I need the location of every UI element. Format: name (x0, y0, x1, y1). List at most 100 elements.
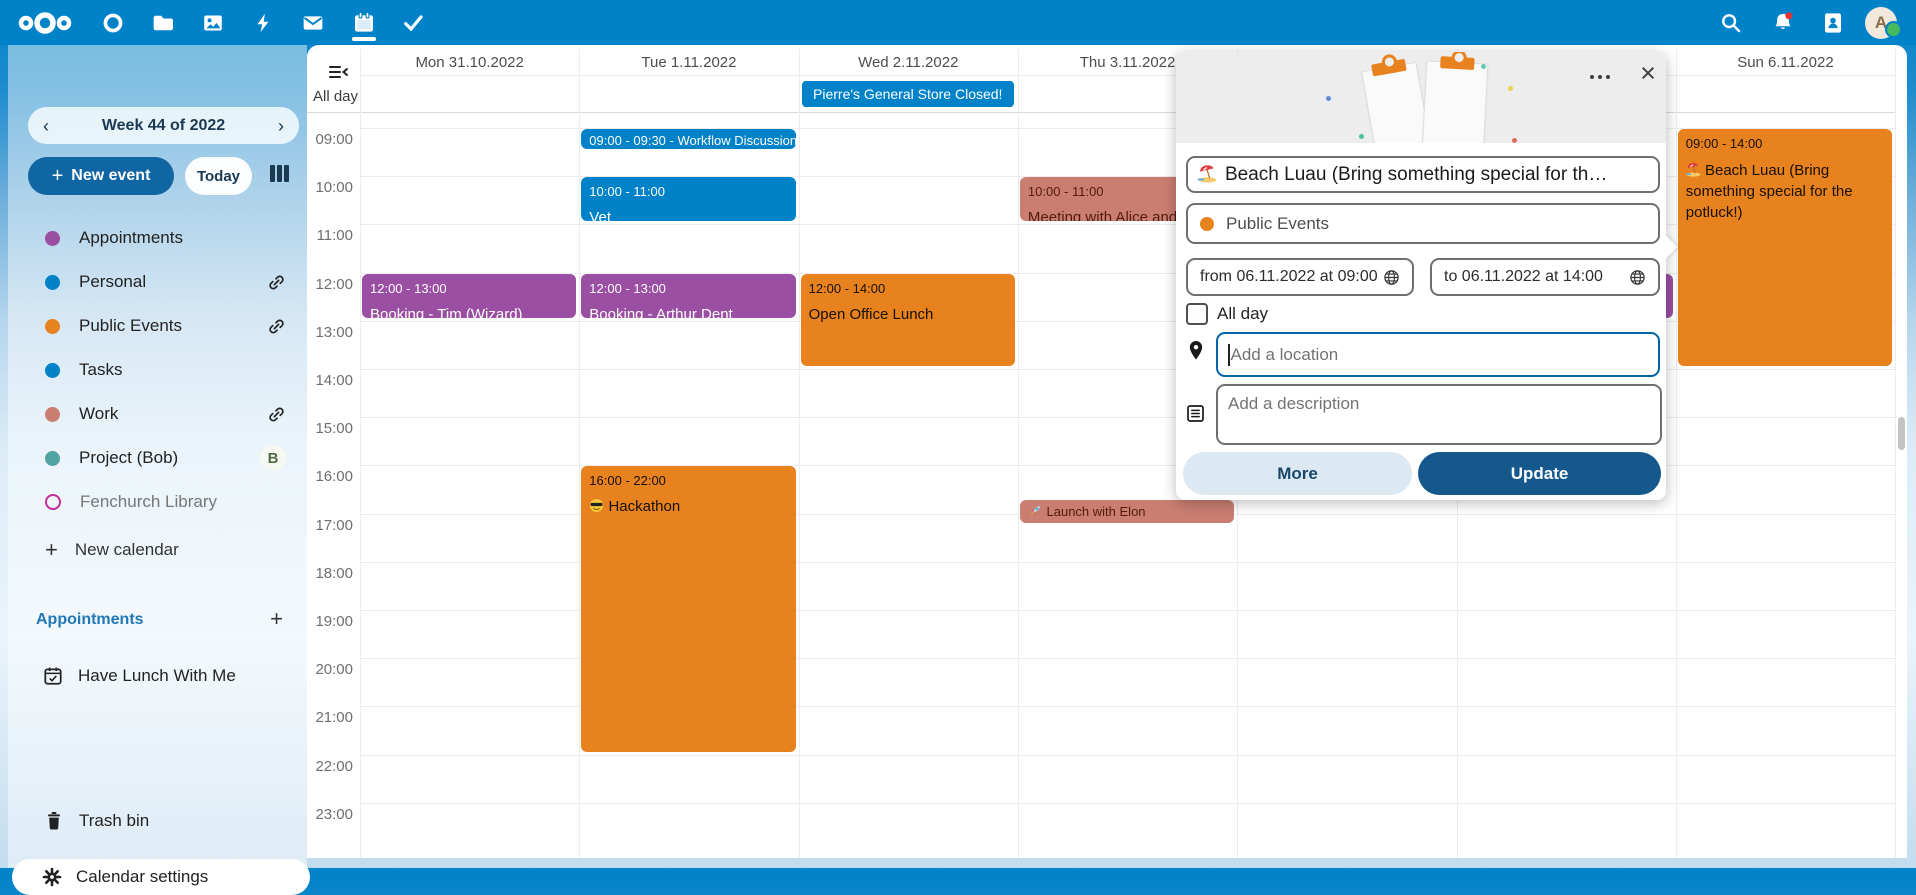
day-header: Tue 1.11.2022 (579, 53, 798, 73)
calendar-event[interactable]: 09:00 - 09:30 - Workflow Discussion (581, 129, 795, 149)
calendar-name: Appointments (79, 228, 183, 248)
active-app-underline (352, 37, 376, 41)
contacts-icon[interactable] (1819, 0, 1847, 45)
trash-bin-item[interactable]: Trash bin (28, 807, 298, 835)
description-input[interactable]: Add a description (1216, 384, 1662, 445)
hour-line (360, 755, 1895, 756)
calendar-event[interactable]: 12:00 - 13:00Booking - Tim (Wizard) (362, 274, 576, 318)
next-week-button[interactable]: › (267, 112, 295, 140)
add-appointment-config-button[interactable]: + (270, 606, 283, 632)
day-header: Sun 6.11.2022 (1676, 53, 1895, 73)
week-view-columns-icon[interactable] (270, 165, 294, 187)
shared-link-icon (267, 317, 286, 336)
appointment-config-item[interactable]: Have Lunch With Me (28, 662, 298, 690)
event-title-value: Beach Luau (Bring something special for … (1225, 164, 1607, 186)
tasks-icon[interactable] (400, 0, 426, 45)
calendar-color-dot[interactable] (45, 231, 60, 246)
more-button[interactable]: More (1183, 452, 1412, 495)
calendar-event[interactable]: 12:00 - 13:00Booking - Arthur Dent (581, 274, 795, 318)
timezone-globe-icon[interactable] (1629, 269, 1646, 286)
appointments-heading-label: Appointments (36, 611, 144, 629)
event-title-input[interactable]: Beach Luau (Bring something special for … (1186, 156, 1660, 193)
sidebar-calendar-personal[interactable]: Personal (28, 268, 298, 296)
calendar-event[interactable]: 16:00 - 22:00 Hackathon (581, 466, 795, 751)
hour-label: 11:00 (307, 227, 353, 244)
event-title: Booking - Arthur Dent (589, 305, 787, 318)
new-event-button[interactable]: + New event (28, 157, 174, 195)
new-calendar-label: New calendar (75, 540, 179, 560)
calendar-select-value: Public Events (1226, 214, 1329, 234)
column-border (360, 49, 361, 858)
calendar-event[interactable]: 09:00 - 14:00 Beach Luau (Bring somethin… (1678, 129, 1892, 366)
start-datetime-value: from 06.11.2022 at 09:00 (1200, 268, 1378, 286)
timezone-globe-icon[interactable] (1383, 269, 1400, 286)
location-pin-icon (1188, 340, 1204, 366)
notifications-bell-icon[interactable] (1769, 0, 1797, 45)
search-icon[interactable] (1717, 0, 1745, 45)
day-header: Wed 2.11.2022 (799, 53, 1018, 73)
event-title: Beach Luau (Bring something special for … (1686, 160, 1884, 223)
shared-link-icon[interactable] (267, 405, 286, 424)
all-day-checkbox-row[interactable]: All day (1186, 303, 1268, 325)
calendar-check-icon (42, 665, 64, 687)
hour-label: 12:00 (307, 276, 353, 293)
hour-label: 14:00 (307, 372, 353, 389)
text-caret (1228, 344, 1230, 366)
mail-icon[interactable] (300, 0, 326, 45)
all-day-event[interactable]: Pierre's General Store Closed! (802, 81, 1014, 107)
end-datetime-field[interactable]: to 06.11.2022 at 14:00 (1430, 258, 1660, 296)
shared-link-icon (267, 405, 286, 424)
activity-icon[interactable] (250, 0, 276, 45)
all-day-checkbox-label: All day (1217, 304, 1268, 324)
calendar-event[interactable]: 12:00 - 14:00Open Office Lunch (801, 274, 1015, 366)
hour-label: 15:00 (307, 420, 353, 437)
hour-line (360, 803, 1895, 804)
photos-icon[interactable] (200, 0, 226, 45)
beach-umbrella-emoji-icon (1198, 164, 1217, 183)
event-time: 09:00 - 09:30 - Workflow Discussion (589, 132, 787, 149)
day-header: Mon 31.10.2022 (360, 53, 579, 73)
calendar-color-dot[interactable] (45, 451, 60, 466)
calendar-ring[interactable] (45, 494, 61, 510)
sidebar-calendar-project-bob-[interactable]: Project (Bob)B (28, 444, 298, 472)
vertical-scrollbar[interactable] (1898, 417, 1905, 450)
calendar-settings-button[interactable]: Calendar settings (12, 859, 310, 895)
description-placeholder: Add a description (1228, 394, 1359, 414)
week-navigation: ‹ Week 44 of 2022 › (28, 107, 299, 144)
collapse-view-icon[interactable] (327, 63, 351, 86)
sidebar: ‹ Week 44 of 2022 › + New event Today Ap… (8, 45, 307, 868)
today-button[interactable]: Today (185, 157, 252, 195)
location-input[interactable]: Add a location (1216, 332, 1660, 377)
sidebar-calendar-appointments[interactable]: Appointments (28, 224, 298, 252)
nextcloud-logo[interactable] (16, 0, 74, 45)
hour-label: 18:00 (307, 565, 353, 582)
nextcloud-logo-icon (17, 10, 73, 36)
clipboard-illustration (1422, 60, 1489, 143)
calendar-select[interactable]: Public Events (1186, 203, 1660, 244)
calendar-color-dot[interactable] (45, 275, 60, 290)
sidebar-calendar-fenchurch-library[interactable]: Fenchurch Library (28, 488, 298, 516)
new-calendar-button[interactable]: + New calendar (28, 536, 298, 564)
files-icon[interactable] (150, 0, 176, 45)
avatar[interactable]: A (1864, 0, 1898, 45)
calendar-color-dot[interactable] (45, 407, 60, 422)
popup-more-actions-icon[interactable] (1583, 62, 1617, 92)
all-day-checkbox[interactable] (1186, 303, 1208, 325)
update-button[interactable]: Update (1418, 452, 1661, 495)
sidebar-calendar-public-events[interactable]: Public Events (28, 312, 298, 340)
calendar-color-dot[interactable] (45, 363, 60, 378)
sidebar-calendar-tasks[interactable]: Tasks (28, 356, 298, 384)
calendar-event[interactable]: 10:00 - 11:00Vet (581, 177, 795, 221)
calendar-app-icon[interactable] (350, 0, 378, 45)
sidebar-calendar-work[interactable]: Work (28, 400, 298, 428)
column-border (1895, 49, 1896, 858)
calendar-event[interactable]: Launch with Elon (1020, 500, 1234, 523)
start-datetime-field[interactable]: from 06.11.2022 at 09:00 (1186, 258, 1414, 296)
calendar-color-dot[interactable] (45, 319, 60, 334)
shared-link-icon[interactable] (267, 273, 286, 292)
shared-link-icon[interactable] (267, 317, 286, 336)
dashboard-icon[interactable] (100, 0, 126, 45)
close-icon[interactable]: × (1632, 56, 1664, 90)
hour-label: 23:00 (307, 806, 353, 823)
appointment-config-label: Have Lunch With Me (78, 666, 236, 686)
